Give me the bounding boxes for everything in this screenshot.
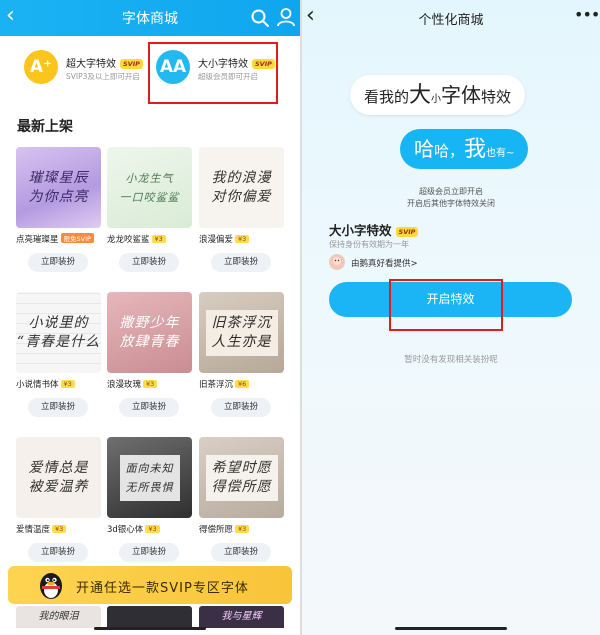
price-tag: ¥3: [60, 380, 75, 388]
font-preview: 面向未知 无所畏惧: [107, 437, 192, 518]
font-card-partial[interactable]: 我与星辉: [199, 606, 284, 628]
bubble-text: 特效: [481, 88, 512, 106]
bubble-text: 哈，: [434, 142, 465, 160]
provider-text: 由鹅真好看提供>: [351, 259, 418, 269]
font-preview: 撒野少年 放肆青春: [107, 292, 192, 373]
price-tag: ¥3: [151, 235, 166, 243]
font-name: 点亮璀璨星: [16, 235, 59, 245]
highlight-box: [389, 279, 503, 331]
bubble-text: 也有~: [486, 148, 515, 159]
font-card[interactable]: 爱情总是 被爱温养 爱情温度 ¥3 立即装扮: [16, 437, 101, 562]
font-preview: 旧茶浮沉 人生亦是: [199, 292, 284, 373]
font-name: 3d银心体: [107, 525, 144, 535]
apply-button[interactable]: 立即装扮: [119, 543, 179, 562]
home-indicator: [395, 627, 507, 630]
font-name: 浪漫玫瑰: [107, 380, 142, 390]
avatar: [329, 254, 345, 270]
font-name: 小说情书体: [16, 380, 59, 390]
svip-badge: SVIP: [120, 59, 143, 69]
font-name: 浪漫偏爱: [199, 235, 234, 245]
font-preview: 璀璨星辰 为你点亮: [16, 147, 101, 228]
font-preview: 爱情总是 被爱温养: [16, 437, 101, 518]
apply-button[interactable]: 立即装扮: [211, 543, 271, 562]
apply-button[interactable]: 立即装扮: [211, 253, 271, 272]
font-name: 爱情温度: [16, 525, 51, 535]
personalization-store-screen: ‹ 个性化商城 ••• 看我的大小字体特效 哈哈，我也有~ 超级会员立即开启 开…: [302, 0, 600, 635]
bubble-text: 大: [409, 83, 432, 108]
font-card[interactable]: 小龙生气 一口咬鲨鲨 龙龙咬鲨鲨 ¥3 立即装扮: [107, 147, 192, 272]
empty-state-text: 暂时没有发现相关装扮呢: [404, 355, 498, 365]
font-card-partial[interactable]: 我的眼泪: [16, 606, 101, 628]
apply-button[interactable]: 立即装扮: [119, 398, 179, 417]
font-card[interactable]: 小说里的 “青春是什么 小说情书体 ¥3 立即装扮: [16, 292, 101, 417]
svip-badge: SVIP: [395, 227, 419, 237]
svip-promo-banner[interactable]: 开通任选一款SVIP专区字体: [8, 566, 292, 604]
price-tag: ¥3: [52, 525, 67, 533]
apply-button[interactable]: 立即装扮: [28, 398, 88, 417]
bubble-text: 小: [431, 94, 442, 105]
apply-button[interactable]: 立即装扮: [119, 253, 179, 272]
qq-penguin-icon: [40, 573, 62, 599]
font-preview: 我的浪漫 对你偏爱: [199, 147, 284, 228]
profile-icon[interactable]: [276, 7, 296, 27]
banner-text: 开通任选一款SVIP专区字体: [76, 581, 249, 596]
font-card[interactable]: 希望时愿 得偿所愿 得偿所愿 ¥3 立即装扮: [199, 437, 284, 562]
info-text: 超级会员立即开启: [419, 187, 483, 196]
bubble-text: 看我的: [364, 88, 410, 106]
font-store-screen: ‹ 字体商城 A⁺ 超大字特效 SVIP SVIP3及以上即可开启 AA 大小字特…: [0, 0, 300, 635]
page-title: 个性化商城: [418, 13, 484, 28]
font-preview: 小说里的 “青春是什么: [16, 292, 101, 373]
feature-name: 超大字特效: [66, 59, 116, 70]
super-font-icon: A⁺: [24, 50, 58, 84]
more-options-icon[interactable]: •••: [574, 5, 600, 24]
preview-bubble-received: 看我的大小字体特效: [350, 75, 526, 115]
bubble-text: 哈: [414, 137, 434, 161]
font-card-partial[interactable]: [107, 606, 192, 628]
feature-super-large-font[interactable]: A⁺ 超大字特效 SVIP SVIP3及以上即可开启: [24, 44, 144, 100]
font-preview: 小龙生气 一口咬鲨鲨: [107, 147, 192, 228]
price-tag: ¥3: [143, 380, 158, 388]
price-tag: ¥3: [235, 235, 250, 243]
home-indicator: [94, 627, 206, 630]
font-name: 得偿所愿: [199, 525, 234, 535]
font-store-header: ‹ 字体商城: [0, 0, 300, 36]
bubble-text: 字体: [441, 83, 482, 107]
personalization-header: ‹ 个性化商城 •••: [302, 0, 600, 36]
font-card[interactable]: 我的浪漫 对你偏爱 浪漫偏爱 ¥3 立即装扮: [199, 147, 284, 272]
bubble-text: 我: [464, 137, 487, 162]
price-tag: ¥6: [235, 380, 250, 388]
preview-bubble-sent: 哈哈，我也有~: [400, 129, 529, 169]
feature-desc: SVIP3及以上即可开启: [66, 72, 140, 81]
feature-title: 大小字特效: [329, 223, 392, 238]
apply-button[interactable]: 立即装扮: [28, 543, 88, 562]
font-preview: 希望时愿 得偿所愿: [199, 437, 284, 518]
search-icon[interactable]: [250, 8, 270, 28]
font-card[interactable]: 撒野少年 放肆青春 浪漫玫瑰 ¥3 立即装扮: [107, 292, 192, 417]
font-name: 旧茶浮沉: [199, 380, 234, 390]
section-title-new: 最新上架: [17, 119, 73, 135]
price-tag: 限免SVIP: [60, 233, 94, 243]
font-name: 龙龙咬鲨鲨: [107, 235, 150, 245]
apply-button[interactable]: 立即装扮: [211, 398, 271, 417]
feature-subtitle: 保持身份有效期为一年: [329, 240, 409, 249]
highlight-box: [148, 42, 278, 104]
info-text: 开启后其他字体特效关闭: [407, 199, 495, 208]
apply-button[interactable]: 立即装扮: [28, 253, 88, 272]
font-card[interactable]: 旧茶浮沉 人生亦是 旧茶浮沉 ¥6 立即装扮: [199, 292, 284, 417]
price-tag: ¥3: [235, 525, 250, 533]
font-card[interactable]: 璀璨星辰 为你点亮 点亮璀璨星 限免SVIP 立即装扮: [16, 147, 101, 272]
font-card[interactable]: 面向未知 无所畏惧 3d银心体 ¥3 立即装扮: [107, 437, 192, 562]
price-tag: ¥3: [145, 525, 160, 533]
